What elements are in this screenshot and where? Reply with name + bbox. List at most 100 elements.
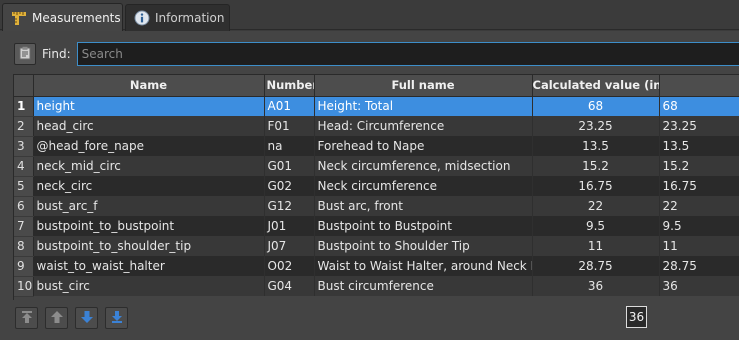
table-row[interactable]: 5 neck_circ G02 Neck circumference 16.75 16.7… (14, 176, 739, 197)
cell-name[interactable]: neck_mid_circ (33, 156, 265, 176)
cell-value[interactable]: 36 (659, 276, 739, 296)
cell-full-name[interactable]: Bust circumference (314, 276, 533, 296)
table-row[interactable]: 7 bustpoint_to_bustpoint J01 Bustpoint to B… (14, 216, 739, 237)
cell-full-name[interactable]: Waist to Waist Halter, around Neck Back (314, 256, 533, 276)
table-row[interactable]: 9 waist_to_waist_halter O02 Waist to Waist … (14, 256, 739, 277)
cell-number[interactable]: G01 (264, 156, 315, 176)
move-top-button[interactable] (15, 307, 38, 329)
move-bottom-button[interactable] (105, 307, 128, 329)
tab-information-label: Information (155, 11, 225, 25)
cell-number[interactable]: G04 (264, 276, 315, 296)
ruler-icon (11, 10, 27, 26)
table-row[interactable]: 8 bustpoint_to_shoulder_tip J07 Bustpoint t… (14, 236, 739, 257)
row-number[interactable]: 6 (14, 196, 34, 217)
tab-information[interactable]: Information (125, 4, 230, 31)
row-number[interactable]: 2 (14, 116, 34, 137)
cell-full-name[interactable]: Bustpoint to Bustpoint (314, 216, 533, 236)
cell-value[interactable]: 23.25 (659, 116, 739, 136)
cell-value[interactable]: 68 (659, 96, 739, 116)
table-row[interactable]: 2 head_circ F01 Head: Circumference 23.25 23.… (14, 116, 739, 137)
row-number[interactable]: 8 (14, 236, 34, 257)
row-number[interactable]: 1 (14, 96, 34, 117)
arrow-down-icon (80, 310, 94, 327)
cell-calculated-value[interactable]: 11 (532, 236, 660, 256)
table-row[interactable]: 4 neck_mid_circ G01 Neck circumference, mid… (14, 156, 739, 177)
cell-value[interactable]: 15.2 (659, 156, 739, 176)
table-row[interactable]: 1 height A01 Height: Total 68 68 (14, 96, 739, 117)
cell-calculated-value[interactable]: 23.25 (532, 116, 660, 136)
cell-value[interactable]: 16.75 (659, 176, 739, 196)
cell-name[interactable]: height (33, 96, 265, 116)
column-header-calculated-value[interactable]: Calculated value (inch) (532, 75, 660, 97)
value-badge: 36 (626, 306, 647, 328)
cell-name[interactable]: bustpoint_to_bustpoint (33, 216, 265, 236)
cell-calculated-value[interactable]: 9.5 (532, 216, 660, 236)
measurements-table: Name Number Full name Calculated value (… (13, 74, 739, 300)
tab-measurements-label: Measurements (32, 10, 121, 25)
cell-calculated-value[interactable]: 36 (532, 276, 660, 296)
cell-full-name[interactable]: Forehead to Nape (314, 136, 533, 156)
column-header-value[interactable] (659, 75, 739, 97)
move-buttons (15, 307, 128, 329)
find-row: Find: (14, 42, 739, 66)
search-input[interactable] (76, 42, 739, 66)
cell-name[interactable]: @head_fore_nape (33, 136, 265, 156)
cell-number[interactable]: A01 (264, 96, 315, 116)
column-header-full-name[interactable]: Full name (314, 75, 533, 97)
cell-calculated-value[interactable]: 68 (532, 96, 660, 116)
table-header-row: Name Number Full name Calculated value (… (14, 75, 739, 97)
cell-full-name[interactable]: Bust arc, front (314, 196, 533, 216)
move-up-button[interactable] (45, 307, 68, 329)
move-down-button[interactable] (75, 307, 98, 329)
corner-header[interactable] (14, 75, 34, 97)
cell-calculated-value[interactable]: 15.2 (532, 156, 660, 176)
cell-full-name[interactable]: Neck circumference (314, 176, 533, 196)
cell-value[interactable]: 22 (659, 196, 739, 216)
cell-name[interactable]: bust_arc_f (33, 196, 265, 216)
tab-bar: Measurements Information (0, 0, 739, 31)
cell-name[interactable]: head_circ (33, 116, 265, 136)
find-label: Find: (42, 47, 71, 61)
measurements-panel: Find: Name Number Full name Calculated v… (0, 31, 739, 340)
cell-full-name[interactable]: Bustpoint to Shoulder Tip (314, 236, 533, 256)
cell-calculated-value[interactable]: 13.5 (532, 136, 660, 156)
cell-name[interactable]: waist_to_waist_halter (33, 256, 265, 276)
row-number[interactable]: 7 (14, 216, 34, 237)
row-number[interactable]: 9 (14, 256, 34, 277)
cell-name[interactable]: bustpoint_to_shoulder_tip (33, 236, 265, 256)
cell-number[interactable]: na (264, 136, 315, 156)
column-header-number[interactable]: Number (264, 75, 315, 97)
cell-full-name[interactable]: Height: Total (314, 96, 533, 116)
cell-name[interactable]: neck_circ (33, 176, 265, 196)
arrow-up-icon (50, 310, 64, 327)
row-number[interactable]: 5 (14, 176, 34, 197)
table-row[interactable]: 10 bust_circ G04 Bust circumference 36 36 (14, 276, 739, 297)
cell-number[interactable]: O02 (264, 256, 315, 276)
arrow-top-icon (20, 310, 34, 327)
cell-calculated-value[interactable]: 22 (532, 196, 660, 216)
cell-value[interactable]: 9.5 (659, 216, 739, 236)
clipboard-icon (18, 46, 32, 63)
cell-number[interactable]: J01 (264, 216, 315, 236)
cell-name[interactable]: bust_circ (33, 276, 265, 296)
cell-value[interactable]: 13.5 (659, 136, 739, 156)
cell-calculated-value[interactable]: 28.75 (532, 256, 660, 276)
cell-full-name[interactable]: Neck circumference, midsection (314, 156, 533, 176)
row-number[interactable]: 3 (14, 136, 34, 157)
row-number[interactable]: 10 (14, 276, 34, 297)
cell-number[interactable]: G02 (264, 176, 315, 196)
cell-number[interactable]: F01 (264, 116, 315, 136)
table-row[interactable]: 6 bust_arc_f G12 Bust arc, front 22 22 (14, 196, 739, 217)
column-header-name[interactable]: Name (33, 75, 265, 97)
cell-calculated-value[interactable]: 16.75 (532, 176, 660, 196)
cell-full-name[interactable]: Head: Circumference (314, 116, 533, 136)
cell-number[interactable]: G12 (264, 196, 315, 216)
table-row[interactable]: 3 @head_fore_nape na Forehead to Nape 13.5 13… (14, 136, 739, 157)
cell-number[interactable]: J07 (264, 236, 315, 256)
tab-measurements[interactable]: Measurements (2, 3, 123, 31)
info-icon (134, 10, 150, 26)
cell-value[interactable]: 11 (659, 236, 739, 256)
row-number[interactable]: 4 (14, 156, 34, 177)
paste-button[interactable] (14, 43, 36, 65)
cell-value[interactable]: 28.75 (659, 256, 739, 276)
